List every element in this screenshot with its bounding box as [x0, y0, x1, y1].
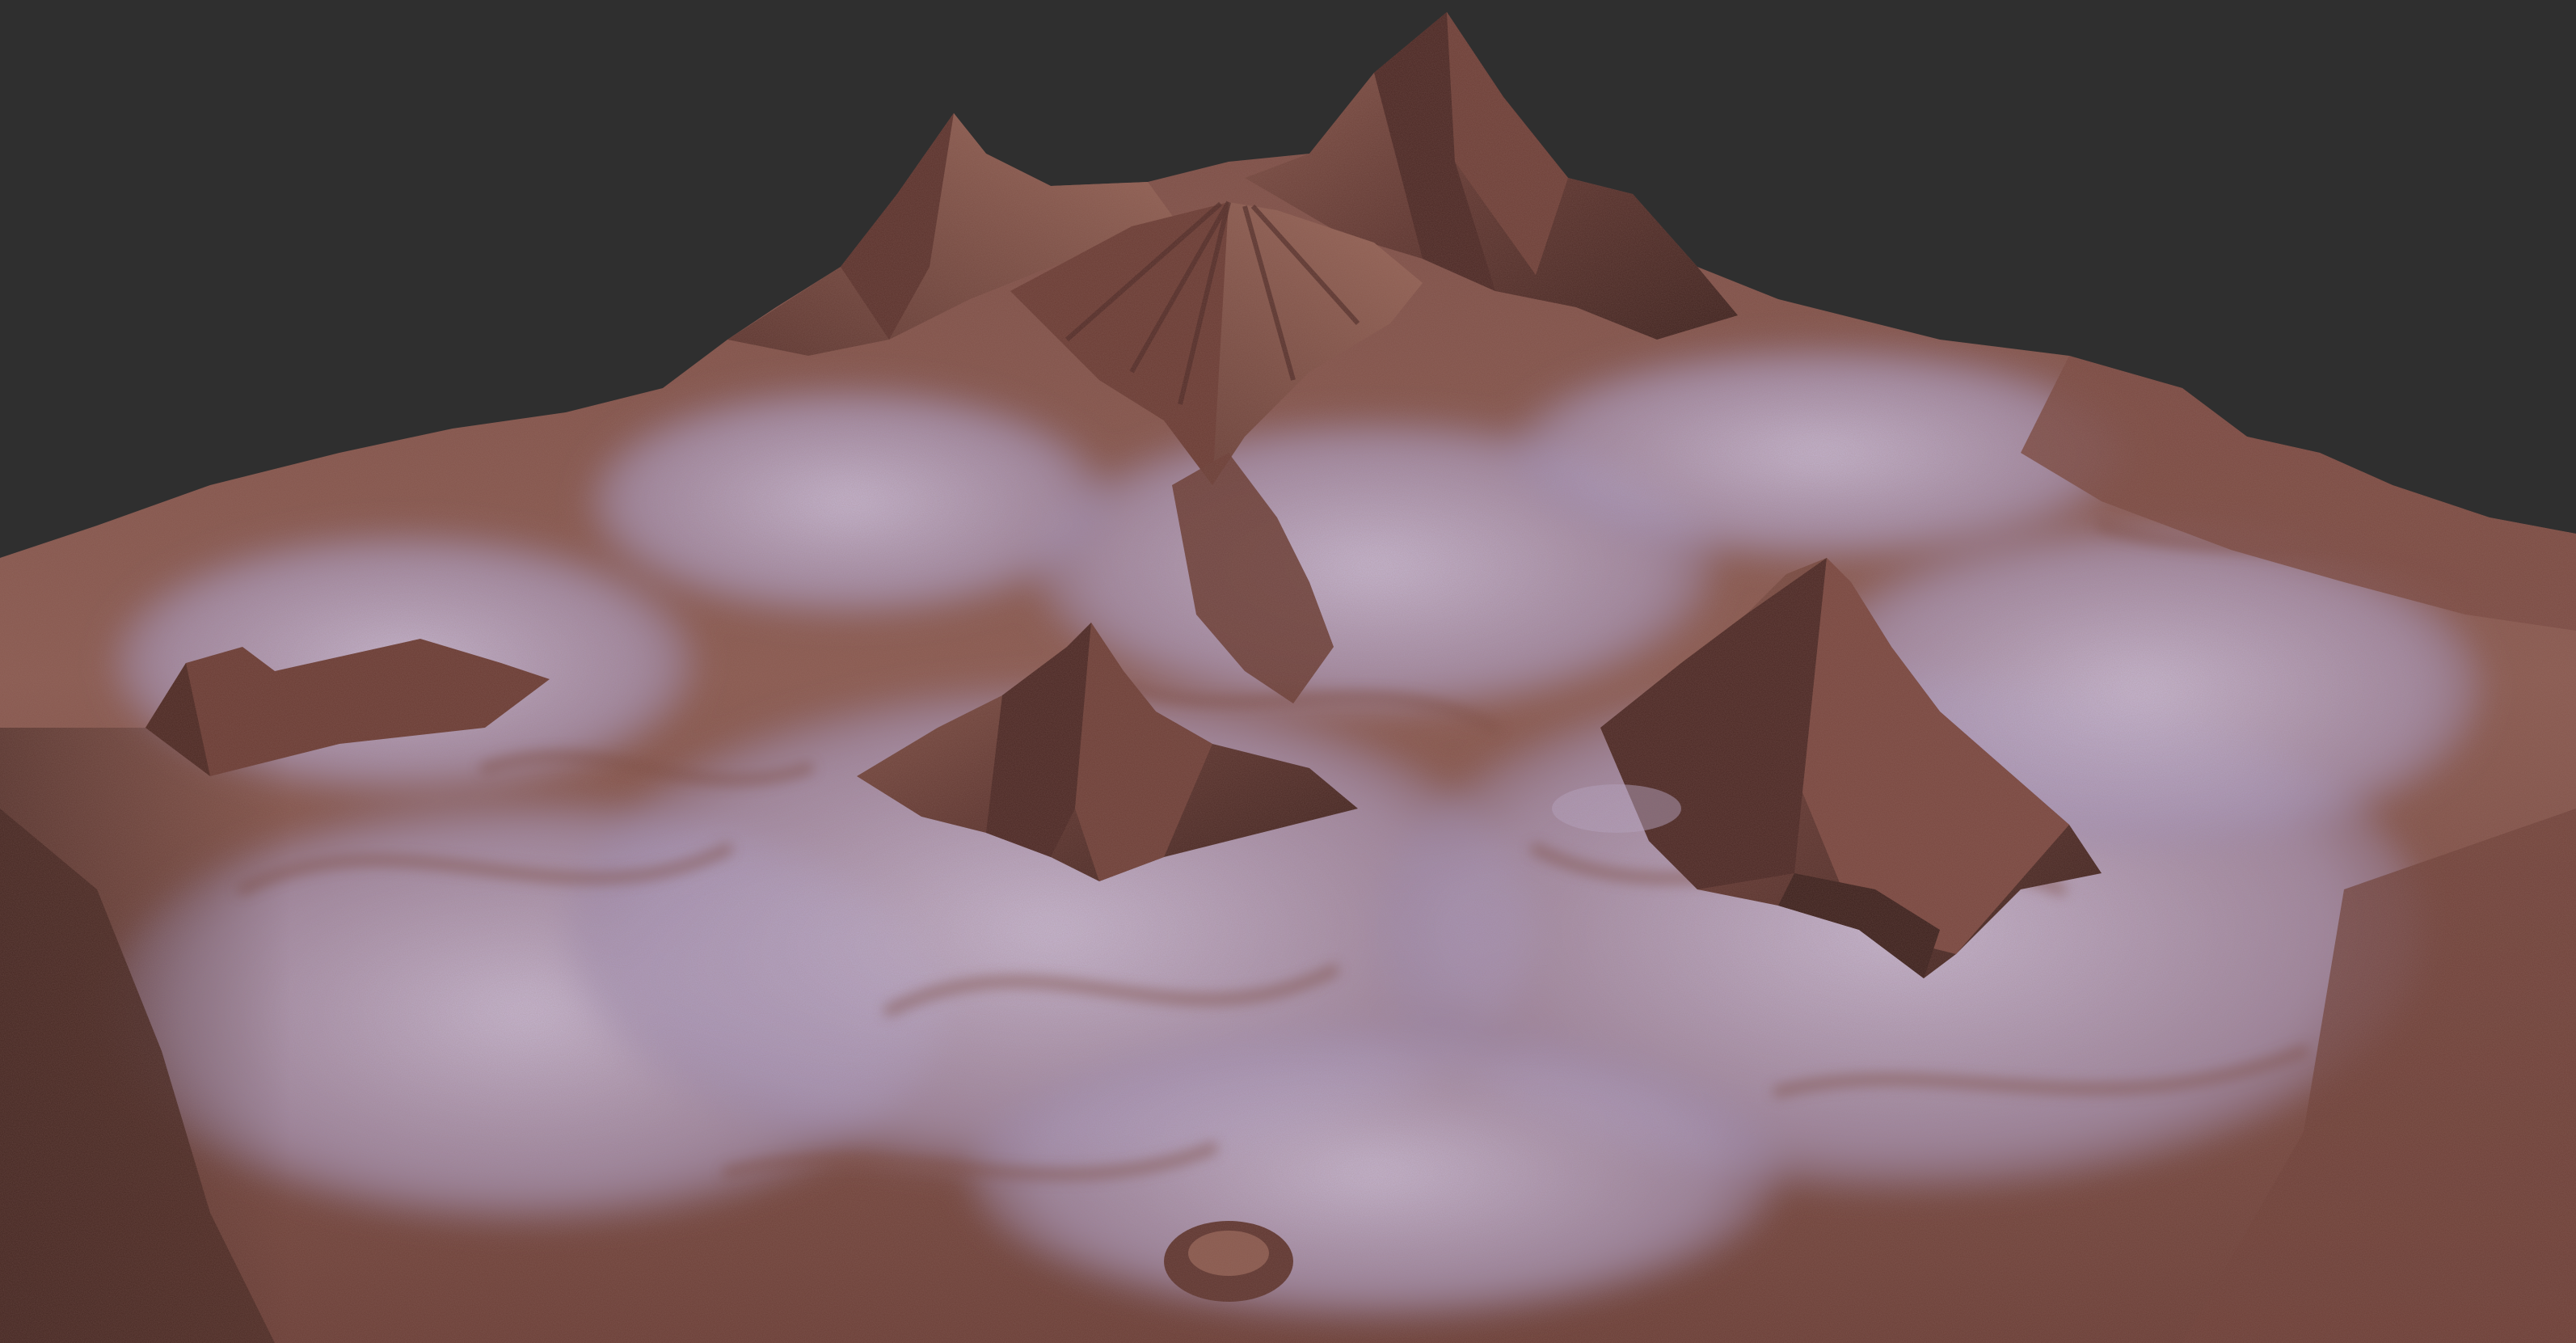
- terrain-render: [0, 0, 2576, 1343]
- terrain-viewport[interactable]: [0, 0, 2576, 1343]
